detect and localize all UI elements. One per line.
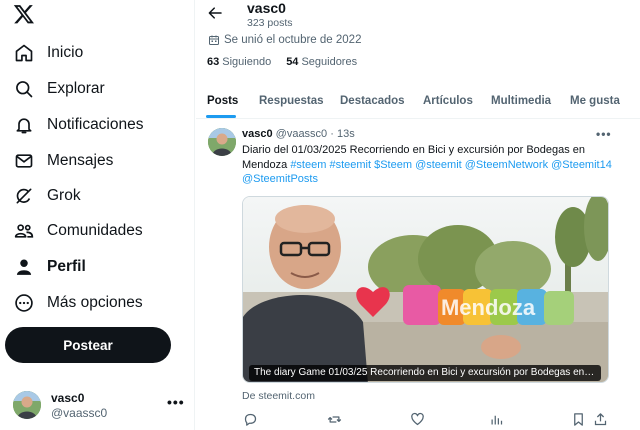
joined-date: Se unió el octubre de 2022 bbox=[208, 34, 361, 46]
tweet-text: Diario del 01/03/2025 Recorriendo en Bic… bbox=[242, 143, 627, 187]
following-label: Siguiendo bbox=[222, 56, 272, 68]
avatar[interactable] bbox=[208, 128, 236, 156]
profile-name: vasc0 bbox=[247, 0, 286, 16]
sidebar-item-label: Más opciones bbox=[47, 294, 143, 311]
people-icon bbox=[13, 220, 35, 242]
sidebar-item-label: Inicio bbox=[47, 44, 84, 61]
follow-stats: 63 Siguiendo 54 Seguidores bbox=[207, 56, 372, 68]
account-handle: @vaassc0 bbox=[51, 406, 108, 420]
tweet-header: vasc0 @vaassc0 · 13s bbox=[242, 128, 355, 140]
tab-respuestas[interactable]: Respuestas bbox=[259, 83, 324, 119]
following-link[interactable]: 63 Siguiendo bbox=[207, 56, 271, 68]
profile-column: vasc0 323 posts Se unió el octubre de 20… bbox=[196, 0, 640, 430]
tab-me-gusta[interactable]: Me gusta bbox=[570, 83, 620, 119]
more-circle-icon bbox=[13, 292, 35, 314]
share-icon[interactable] bbox=[592, 411, 608, 427]
followers-count: 54 bbox=[286, 56, 299, 68]
avatar bbox=[13, 391, 41, 419]
tweet-time[interactable]: 13s bbox=[337, 128, 355, 140]
sidebar-item-mensajes[interactable]: Mensajes bbox=[13, 146, 113, 176]
account-name: vasc0 bbox=[51, 391, 85, 405]
repost-icon[interactable] bbox=[326, 411, 342, 427]
sidebar-item-perfil[interactable]: Perfil bbox=[13, 252, 86, 282]
account-switcher[interactable]: vasc0 @vaassc0 ••• bbox=[13, 390, 188, 422]
post-count: 323 posts bbox=[247, 17, 293, 29]
sidebar-item-label: Comunidades bbox=[47, 222, 143, 239]
views-icon[interactable] bbox=[488, 411, 504, 427]
reply-icon[interactable] bbox=[242, 411, 258, 427]
cashtag-link[interactable]: $Steem bbox=[374, 159, 412, 171]
tweet-author-handle[interactable]: @vaassc0 bbox=[276, 128, 328, 140]
tab-destacados[interactable]: Destacados bbox=[340, 83, 405, 119]
separator-dot: · bbox=[330, 128, 334, 140]
person-icon bbox=[13, 256, 35, 278]
envelope-icon bbox=[13, 150, 35, 172]
bell-icon bbox=[13, 114, 35, 136]
sidebar-item-label: Grok bbox=[47, 187, 81, 204]
following-count: 63 bbox=[207, 56, 220, 68]
like-icon[interactable] bbox=[409, 411, 425, 427]
home-icon bbox=[13, 42, 35, 64]
x-logo-icon[interactable] bbox=[13, 3, 35, 25]
followers-label: Seguidores bbox=[301, 56, 358, 68]
back-arrow-icon[interactable] bbox=[206, 4, 224, 22]
tab-multimedia[interactable]: Multimedia bbox=[491, 83, 551, 119]
sidebar-item-grok[interactable]: Grok bbox=[13, 181, 81, 211]
sidebar-item-label: Perfil bbox=[47, 258, 86, 275]
card-sign-text: Mendoza bbox=[441, 295, 536, 320]
mention-link[interactable]: @Steemit14 bbox=[551, 159, 612, 171]
sidebar-item-label: Explorar bbox=[47, 80, 105, 97]
joined-text: Se unió el octubre de 2022 bbox=[224, 34, 362, 46]
profile-tabs: Posts Respuestas Destacados Artículos Mu… bbox=[196, 83, 640, 119]
hashtag-link[interactable]: #steem bbox=[290, 159, 326, 171]
search-icon bbox=[13, 78, 35, 100]
card-source[interactable]: De steemit.com bbox=[242, 390, 315, 402]
tweet[interactable]: vasc0 @vaassc0 · 13s ••• Diario del 01/0… bbox=[196, 120, 640, 430]
tweet-actions bbox=[242, 411, 622, 427]
sidebar-item-comunidades[interactable]: Comunidades bbox=[13, 216, 143, 246]
tab-articulos[interactable]: Artículos bbox=[423, 83, 473, 119]
mention-link[interactable]: @SteemitPosts bbox=[242, 173, 318, 185]
sidebar-item-mas-opciones[interactable]: Más opciones bbox=[13, 288, 143, 318]
grok-icon bbox=[13, 185, 35, 207]
post-button[interactable]: Postear bbox=[5, 327, 171, 363]
more-icon[interactable]: ••• bbox=[167, 394, 185, 410]
link-card[interactable]: Mendoza The diary Game 01/03/25 Recorrie… bbox=[242, 196, 609, 383]
tab-posts[interactable]: Posts bbox=[207, 83, 238, 119]
card-image: Mendoza bbox=[243, 197, 608, 382]
sidebar-item-label: Mensajes bbox=[47, 152, 114, 169]
hashtag-link[interactable]: #steemit bbox=[329, 159, 371, 171]
sidebar-item-inicio[interactable]: Inicio bbox=[13, 38, 83, 68]
sidebar: Inicio Explorar Notificaciones Mensajes … bbox=[0, 0, 195, 430]
card-title: The diary Game 01/03/25 Recorriendo en B… bbox=[249, 365, 601, 381]
sidebar-item-notificaciones[interactable]: Notificaciones bbox=[13, 110, 144, 140]
mention-link[interactable]: @steemit bbox=[415, 159, 462, 171]
sidebar-item-label: Notificaciones bbox=[47, 116, 144, 133]
calendar-icon bbox=[209, 35, 219, 45]
tweet-author-name[interactable]: vasc0 bbox=[242, 128, 273, 140]
mention-link[interactable]: @SteemNetwork bbox=[465, 159, 548, 171]
followers-link[interactable]: 54 Seguidores bbox=[286, 56, 357, 68]
more-icon[interactable]: ••• bbox=[596, 127, 612, 141]
active-tab-indicator bbox=[206, 115, 236, 118]
bookmark-icon[interactable] bbox=[570, 411, 586, 427]
sidebar-item-explorar[interactable]: Explorar bbox=[13, 74, 105, 104]
